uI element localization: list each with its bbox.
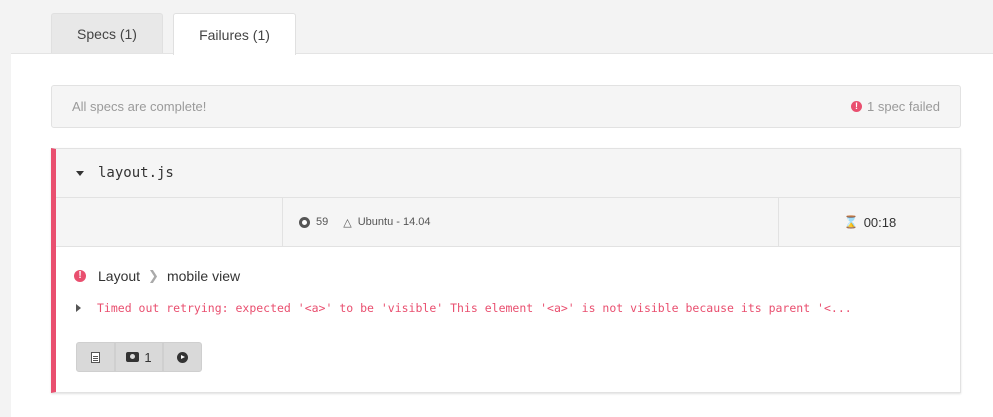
duration-value: 00:18 [863,214,897,230]
test-name: mobile view [166,268,241,284]
play-circle-icon [177,351,188,363]
environment-info: 59 △ Ubuntu - 14.04 [283,198,779,246]
browser-version: 59 [316,216,329,228]
error-toggle[interactable]: Timed out retrying: expected '<a>' to be… [76,301,852,315]
chrome-icon [299,216,310,228]
spec-meta-row: 59 △ Ubuntu - 14.04 ⌛ 00:18 [56,198,960,247]
chevron-right-icon: ❯ [148,268,159,283]
run-status-message: All specs are complete! [72,99,207,114]
failures-panel: All specs are complete! ! 1 spec failed … [11,53,993,417]
test-title: ! Layout ❯ mobile view [74,268,240,284]
log-button[interactable] [76,342,115,372]
failed-spec-card: layout.js 59 △ Ubuntu - 14.04 ⌛ 00:18 ! … [51,148,961,393]
spec-file-name: layout.js [98,165,174,181]
document-icon [91,351,100,363]
caret-down-icon[interactable] [76,170,84,176]
failed-count-label: 1 spec failed [867,99,940,114]
failed-summary: ! 1 spec failed [851,99,940,114]
exclamation-circle-icon: ! [851,101,862,112]
screenshots-button[interactable]: 1 [115,342,163,372]
meta-blank-cell [56,198,283,246]
suite-name: Layout [98,268,141,284]
camera-icon [126,352,140,362]
tab-specs[interactable]: Specs (1) [51,13,163,54]
tab-bar: Specs (1) Failures (1) [0,0,993,55]
spec-header[interactable]: layout.js [56,149,960,198]
artifact-buttons: 1 [76,342,202,372]
linux-icon: △ [343,216,352,229]
video-button[interactable] [163,342,202,372]
duration-info: ⌛ 00:18 [779,198,961,246]
os-label: Ubuntu - 14.04 [357,216,431,228]
caret-right-icon[interactable] [76,304,81,312]
tab-failures[interactable]: Failures (1) [173,13,296,55]
hourglass-icon: ⌛ [843,215,859,229]
screenshot-count: 1 [144,349,152,365]
run-status-bar: All specs are complete! ! 1 spec failed [51,85,961,128]
exclamation-circle-icon: ! [74,270,86,282]
error-message: Timed out retrying: expected '<a>' to be… [97,301,852,315]
